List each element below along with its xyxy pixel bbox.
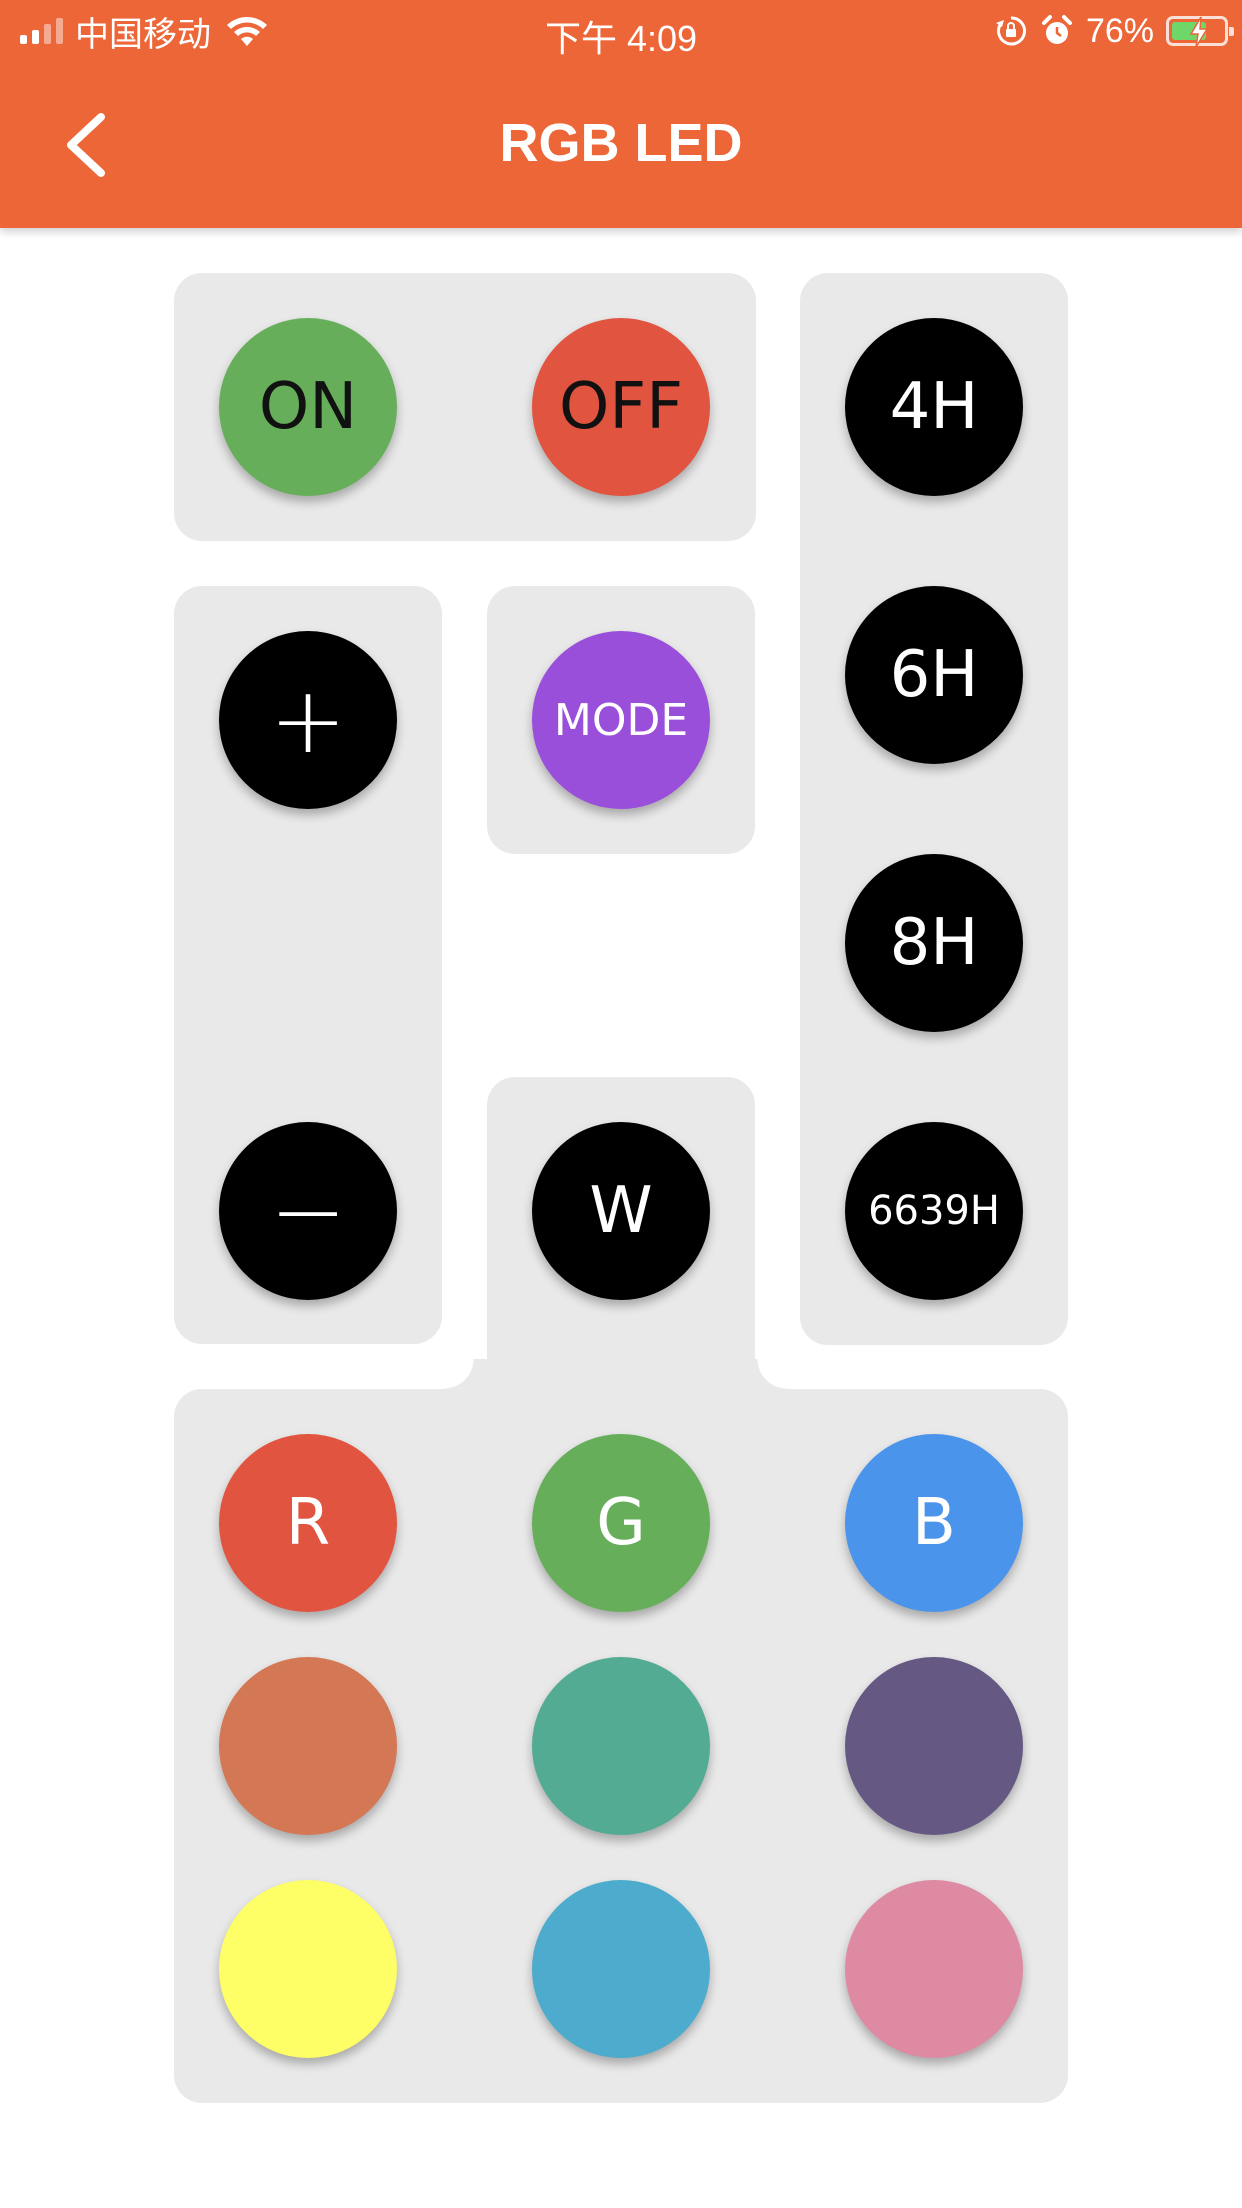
orientation-lock-icon	[995, 16, 1026, 46]
minus-icon: −	[269, 1157, 347, 1265]
timer-label: 4H	[889, 370, 979, 444]
status-bar: 中国移动 下午 4:09 76%	[0, 0, 1242, 62]
panel-connector	[474, 1359, 757, 1391]
timer-6h-button[interactable]: 6H	[845, 586, 1023, 764]
panel-corner-left	[444, 1359, 474, 1389]
color-yellow-button[interactable]	[219, 1880, 397, 2058]
color-label: G	[596, 1486, 646, 1560]
color-green-button[interactable]: G	[532, 1434, 710, 1612]
timer-label: 6639H	[868, 1188, 1000, 1234]
on-button-label: ON	[258, 370, 358, 444]
color-label: R	[285, 1486, 331, 1560]
timer-label: 6H	[889, 638, 979, 712]
mode-button[interactable]: MODE	[532, 631, 710, 809]
color-purple-button[interactable]	[845, 1657, 1023, 1835]
mode-button-label: MODE	[553, 694, 689, 746]
on-button[interactable]: ON	[219, 318, 397, 496]
timer-8h-button[interactable]: 8H	[845, 854, 1023, 1032]
app-header: 中国移动 下午 4:09 76% RGB LED	[0, 0, 1242, 228]
page-title: RGB LED	[499, 113, 743, 173]
timer-4h-button[interactable]: 4H	[845, 318, 1023, 496]
nav-bar: RGB LED	[0, 62, 1242, 228]
color-blue-button[interactable]: B	[845, 1434, 1023, 1612]
timer-6639h-button[interactable]: 6639H	[845, 1122, 1023, 1300]
battery-percent: 76%	[1085, 11, 1154, 50]
timer-label: 8H	[889, 906, 979, 980]
white-button[interactable]: W	[532, 1122, 710, 1300]
plus-icon: +	[269, 666, 347, 774]
color-orange-button[interactable]	[219, 1657, 397, 1835]
panel-corner-right	[757, 1359, 787, 1389]
color-teal-button[interactable]	[532, 1657, 710, 1835]
off-button-label: OFF	[559, 370, 683, 444]
color-pink-button[interactable]	[845, 1880, 1023, 2058]
off-button[interactable]: OFF	[532, 318, 710, 496]
alarm-icon	[1041, 15, 1072, 44]
battery-charging-icon	[1166, 16, 1234, 48]
color-red-button[interactable]: R	[219, 1434, 397, 1612]
brightness-up-button[interactable]: +	[219, 631, 397, 809]
color-label: B	[912, 1486, 956, 1560]
white-button-label: W	[589, 1174, 653, 1248]
brightness-down-button[interactable]: −	[219, 1122, 397, 1300]
color-cyan-button[interactable]	[532, 1880, 710, 2058]
